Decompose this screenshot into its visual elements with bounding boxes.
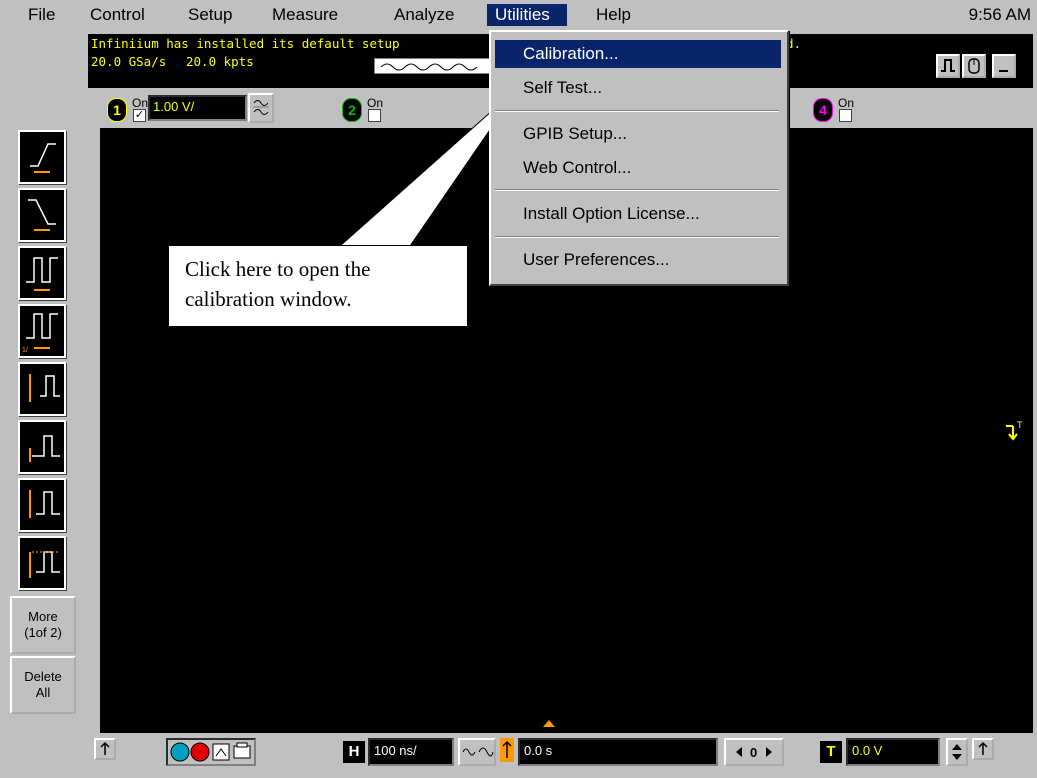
menu-item-self-test[interactable]: Self Test...: [495, 74, 781, 102]
utilities-dropdown: Calibration... Self Test... GPIB Setup..…: [489, 30, 789, 286]
menu-item-install-option-license[interactable]: Install Option License...: [495, 200, 781, 228]
menu-separator: [495, 189, 779, 191]
callout-text: Click here to open the calibration windo…: [185, 257, 371, 311]
menu-item-gpib-setup[interactable]: GPIB Setup...: [495, 120, 781, 148]
menu-item-user-preferences[interactable]: User Preferences...: [495, 246, 781, 274]
menu-item-calibration[interactable]: Calibration...: [495, 40, 781, 68]
menu-separator: [495, 236, 779, 238]
menu-item-web-control[interactable]: Web Control...: [495, 154, 781, 182]
callout-box: Click here to open the calibration windo…: [168, 245, 468, 327]
menu-separator: [495, 110, 779, 112]
